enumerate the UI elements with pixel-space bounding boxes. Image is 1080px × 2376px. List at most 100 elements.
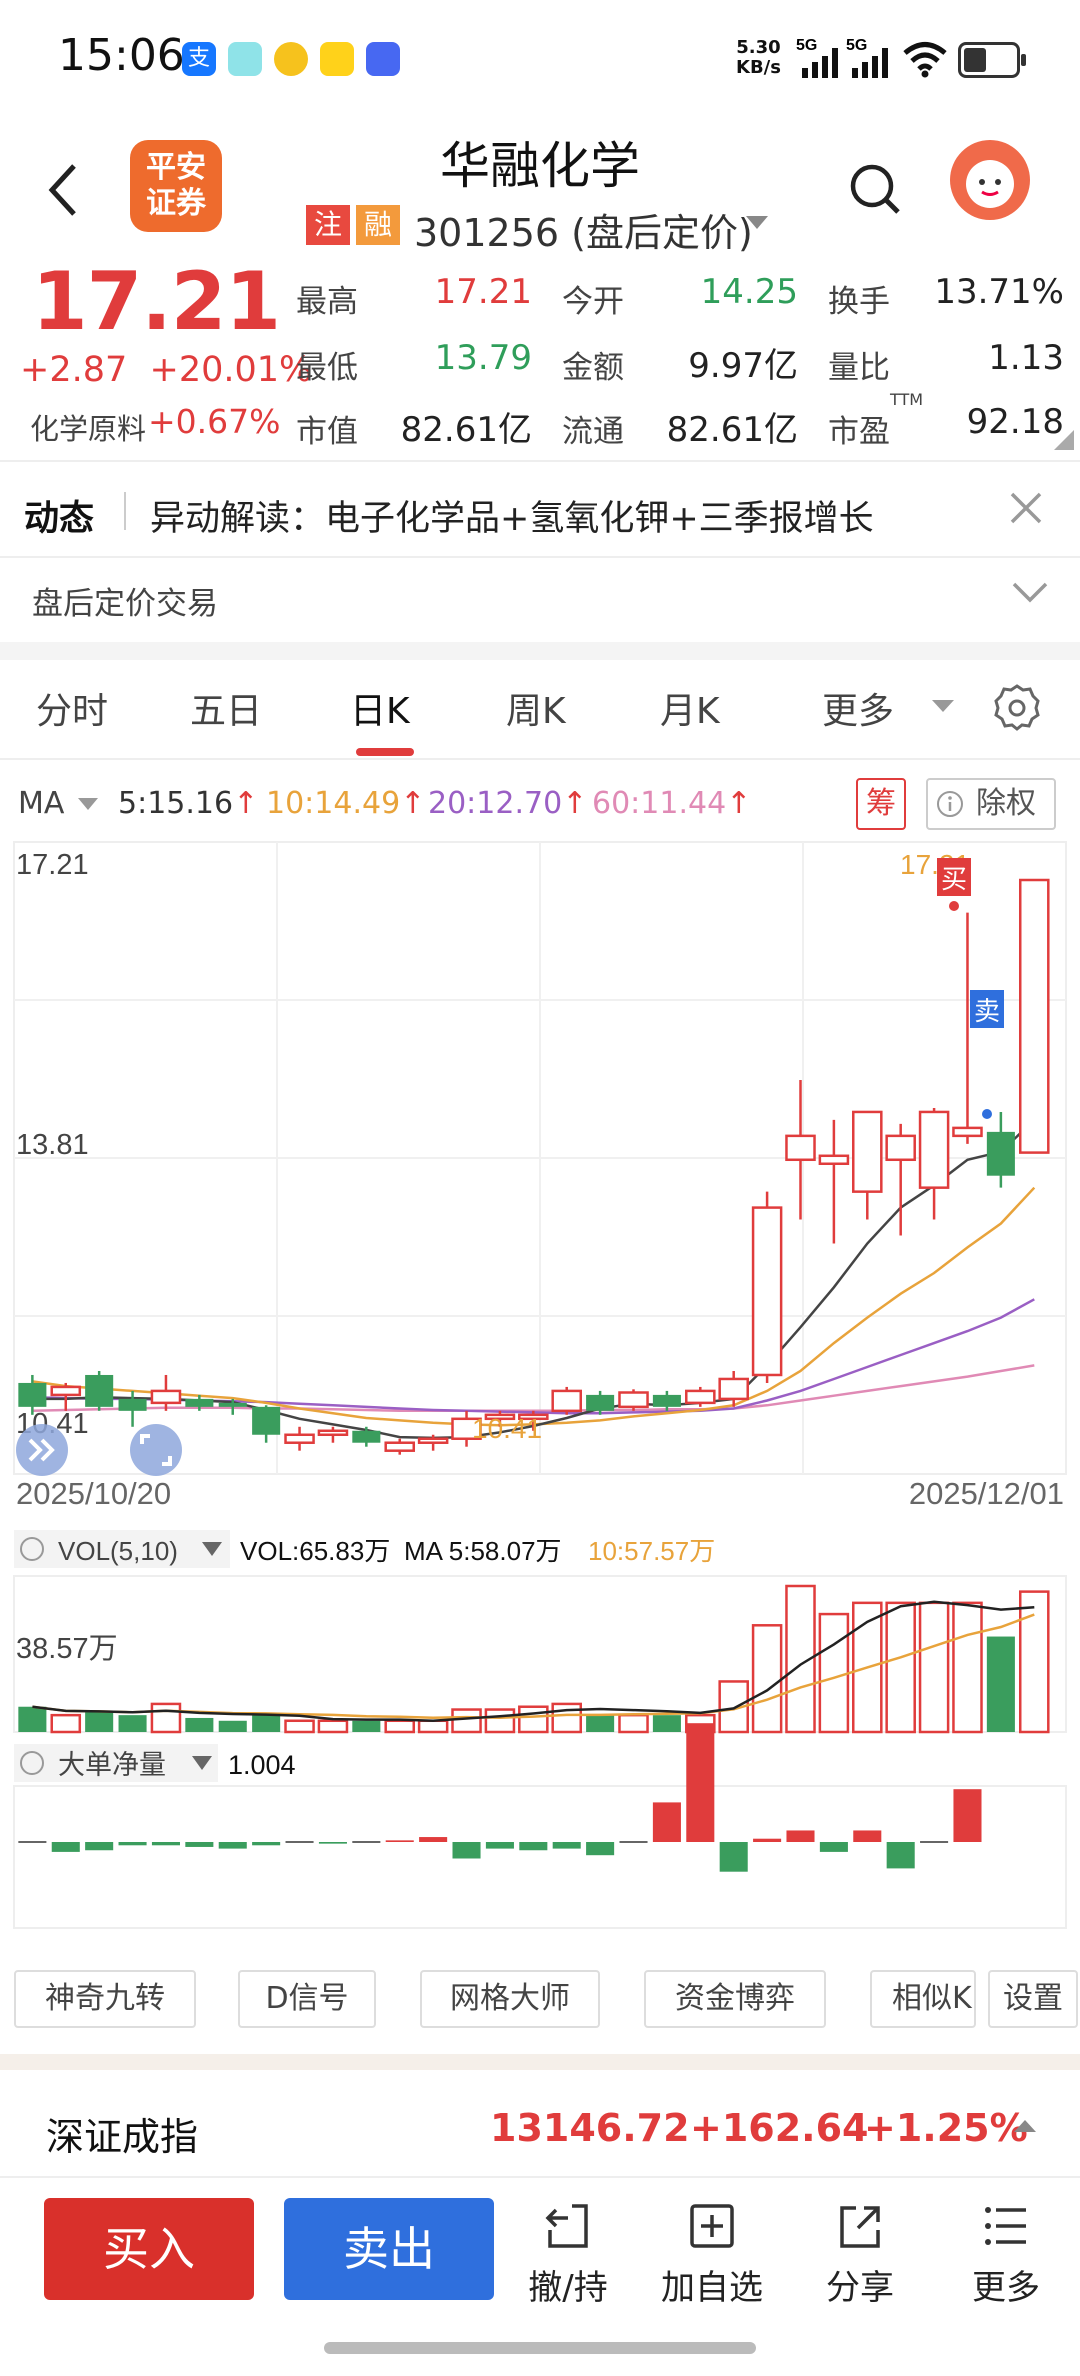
volume-bar <box>451 1708 482 1734</box>
tab-more[interactable]: 更多 <box>822 682 894 734</box>
candle-body <box>118 1398 147 1411</box>
net-flow-bar <box>385 1840 414 1842</box>
volume-bar <box>918 1601 950 1734</box>
candle-body <box>852 1110 883 1193</box>
sector-label[interactable]: 化学原料 <box>30 406 146 448</box>
tool-similar-k[interactable]: 相似K <box>870 1970 976 2028</box>
tab-daily-k[interactable]: 日K <box>350 682 410 734</box>
section-gap <box>0 642 1080 660</box>
search-icon[interactable] <box>846 160 906 220</box>
tab-monthly-k[interactable]: 月K <box>660 682 720 734</box>
volume-bar <box>18 1706 47 1732</box>
nav-more[interactable]: 更多 <box>946 2200 1066 2309</box>
volume-bar <box>652 1715 681 1732</box>
after-hours-label[interactable]: 盘后定价交易 <box>32 578 218 623</box>
candle-body <box>85 1374 114 1407</box>
candle-body <box>384 1441 416 1452</box>
current-price: 17.21 <box>32 255 281 348</box>
volume-ma10-line <box>32 1613 1035 1719</box>
candle-body <box>718 1377 749 1401</box>
volume-bar <box>185 1717 214 1732</box>
volume-ma-lines <box>32 1600 1035 1723</box>
quote-label-market-cap: 市值 <box>296 414 358 450</box>
stock-code[interactable]: 301256 (盘后定价) <box>414 202 753 257</box>
tool-grid-master[interactable]: 网格大师 <box>420 1970 600 2028</box>
section-gap <box>0 2054 1080 2070</box>
close-icon[interactable] <box>1006 488 1046 528</box>
candle-body <box>952 1126 983 1138</box>
chip-distribution-button[interactable]: 筹 <box>856 778 906 830</box>
home-indicator[interactable] <box>324 2342 756 2354</box>
candle-body <box>284 1433 315 1444</box>
tool-settings[interactable]: 设置 <box>988 1970 1078 2028</box>
signal-icon-2: 5G <box>846 37 888 78</box>
net-flow-label[interactable]: 大单净量 <box>58 1750 166 1780</box>
volume-bar <box>50 1713 82 1734</box>
volume-bar <box>384 1719 416 1734</box>
add-square-icon <box>690 2204 734 2248</box>
news-headline[interactable]: 异动解读：电子化学品+氢氧化钾+三季报增长 <box>150 490 874 541</box>
quote-value-turnover: 13.71% <box>934 272 1064 312</box>
svg-text:5G: 5G <box>796 37 817 54</box>
net-flow-bar <box>753 1838 782 1842</box>
candle-body <box>618 1391 649 1409</box>
index-name[interactable]: 深证成指 <box>46 2106 198 2161</box>
candle-body <box>18 1382 47 1407</box>
candle-body <box>551 1389 582 1413</box>
volume-bar <box>317 1719 349 1734</box>
ma20-value: 20:12.70↑ <box>428 786 588 821</box>
candle-body <box>150 1389 182 1405</box>
nav-share[interactable]: 分享 <box>800 2200 920 2309</box>
sell-marker[interactable]: 卖 <box>970 990 1004 1119</box>
volume-ma10: 10:57.57万 <box>588 1536 715 1566</box>
candle-body <box>417 1437 449 1444</box>
index-change: +162.64 <box>690 2106 869 2150</box>
volume-bar <box>518 1705 549 1734</box>
chevron-down-icon[interactable] <box>932 700 954 712</box>
chart-fullscreen-icon[interactable] <box>130 1424 182 1476</box>
tab-weekly-k[interactable]: 周K <box>506 682 566 734</box>
chart-nav-left-icon[interactable] <box>16 1424 68 1476</box>
date-start: 2025/10/20 <box>16 1476 171 1511</box>
volume-bar <box>218 1720 247 1732</box>
gear-icon[interactable] <box>992 682 1042 732</box>
avatar[interactable] <box>950 140 1030 220</box>
buy-marker[interactable]: 买 <box>937 858 971 911</box>
ma-label[interactable]: MA <box>18 786 64 821</box>
sell-button[interactable]: 卖出 <box>284 2198 494 2300</box>
tab-five-day[interactable]: 五日 <box>190 682 262 734</box>
candle-body <box>751 1206 783 1377</box>
volume-axis-label: 38.57万 <box>16 1633 118 1665</box>
expand-corner-icon[interactable] <box>1054 430 1074 450</box>
tab-intraday[interactable]: 分时 <box>36 682 108 734</box>
svg-text:买: 买 <box>941 864 967 894</box>
net-speed: 5.30 KB/s <box>736 37 781 78</box>
candle-body <box>185 1398 214 1407</box>
nav-add-watchlist[interactable]: 加自选 <box>652 2200 772 2309</box>
quote-value-high: 17.21 <box>434 272 532 312</box>
cancel-order-icon <box>545 2204 588 2248</box>
net-flow-bar <box>719 1842 748 1872</box>
net-flow-bar <box>185 1842 214 1847</box>
nav-cancel-hold[interactable]: 撤/持 <box>508 2200 628 2309</box>
chevron-down-icon[interactable] <box>746 216 768 229</box>
volume-bar <box>118 1715 147 1732</box>
quote-value-pe: 92.18 <box>966 402 1064 442</box>
quote-value-low: 13.79 <box>434 338 532 378</box>
chevron-down-icon[interactable] <box>78 798 98 810</box>
share-icon <box>840 2206 880 2248</box>
chevron-down-icon[interactable] <box>1010 578 1050 608</box>
guoguo-app-icon <box>320 42 354 76</box>
volume-indicator-label[interactable]: VOL(5,10) <box>58 1536 178 1566</box>
date-end: 2025/12/01 <box>909 1476 1064 1511</box>
candle-body <box>50 1385 82 1397</box>
tool-d-signal[interactable]: D信号 <box>238 1970 376 2028</box>
buy-button[interactable]: 买入 <box>44 2198 254 2300</box>
tool-fund-game[interactable]: 资金博弈 <box>644 1970 826 2028</box>
kline-chart[interactable]: 17.21 13.81 10.41 17.21 10.41 买 卖 2025/1… <box>0 840 1080 1950</box>
info-icon <box>937 791 963 817</box>
chevron-up-icon[interactable] <box>1014 2120 1036 2132</box>
candle-body <box>885 1134 916 1162</box>
tool-nine-turns[interactable]: 神奇九转 <box>14 1970 196 2028</box>
net-flow-bar <box>519 1842 548 1851</box>
